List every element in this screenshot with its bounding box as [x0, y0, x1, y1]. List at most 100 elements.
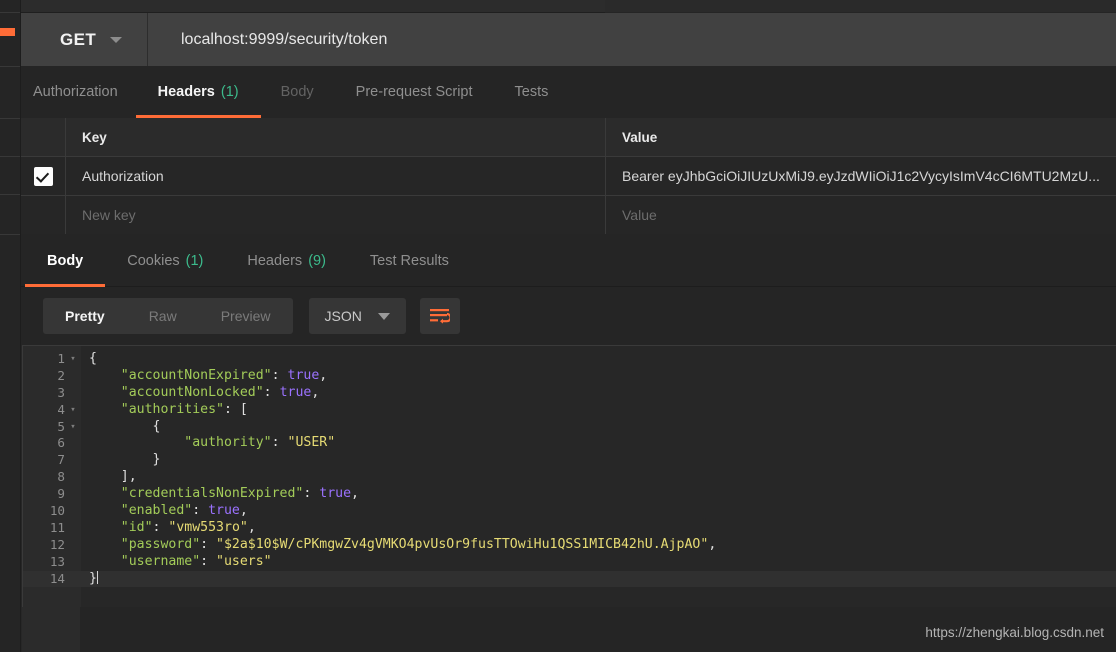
response-tab-test-results[interactable]: Test Results [348, 234, 471, 287]
rail-divider [0, 194, 20, 195]
code-token: { [89, 351, 97, 366]
line-number: 13 [49, 553, 65, 569]
code-token: , [311, 384, 320, 400]
code-token: , [247, 519, 256, 535]
url-input[interactable]: localhost:9999/security/token [148, 13, 1116, 66]
code-token: "$2a$10$W/cPKmgwZv4gVMKO4pvUsOr9fusTTOwi… [216, 536, 709, 552]
code-line-text: "username": "users" [81, 554, 272, 571]
code-line-text: "enabled": true, [81, 503, 248, 520]
left-rail [0, 0, 21, 652]
code-token: : [152, 519, 169, 535]
word-wrap-button[interactable] [419, 298, 460, 334]
code-token: "accountNonExpired" [89, 367, 272, 383]
line-number: 8 [57, 469, 65, 485]
table-row: Authorization Bearer eyJhbGciOiJIUzUxMiJ… [21, 157, 1116, 196]
rail-divider [0, 118, 20, 119]
view-mode-raw[interactable]: Raw [127, 298, 199, 334]
code-token: : [192, 503, 209, 519]
tab-headers-label: Headers [157, 84, 215, 100]
line-number: 9 [57, 486, 65, 502]
response-tab-body[interactable]: Body [25, 234, 106, 287]
header-value-input[interactable]: Bearer eyJhbGciOiJIUzUxMiJ9.eyJzdWIiOiJ1… [606, 157, 1116, 195]
chevron-down-icon [377, 312, 390, 320]
new-row-checkbox-cell [21, 196, 66, 234]
code-token: "vmw553ro" [168, 519, 248, 535]
line-number: 10 [49, 503, 65, 519]
view-mode-preview[interactable]: Preview [199, 298, 293, 334]
code-token: , [319, 367, 328, 383]
code-line: 11 "id": "vmw553ro", [23, 520, 1116, 537]
line-number: 5 [57, 418, 65, 434]
rail-divider [0, 12, 20, 13]
code-token: : [200, 553, 217, 569]
tab-tests-label: Tests [514, 84, 549, 100]
new-value-input[interactable]: Value [606, 196, 1116, 234]
fold-toggle-icon[interactable]: ▾ [65, 402, 81, 419]
code-line-text: "id": "vmw553ro", [81, 520, 256, 537]
code-line-text: "authorities": [ [81, 402, 248, 419]
code-token: "enabled" [89, 503, 193, 519]
tab-tests[interactable]: Tests [495, 66, 569, 118]
line-number: 11 [49, 519, 65, 535]
fold-toggle-icon[interactable]: ▾ [65, 419, 81, 436]
code-line: 10 "enabled": true, [23, 503, 1116, 520]
code-token: : [271, 367, 288, 383]
code-line: 8 ], [23, 469, 1116, 486]
request-tabs: Authorization Headers (1) Body Pre-reque… [21, 66, 1116, 119]
response-tabs: Body Cookies (1) Headers (9) Test Result… [21, 234, 1116, 287]
response-tab-cookies[interactable]: Cookies (1) [105, 234, 225, 287]
tab-body[interactable]: Body [261, 66, 334, 118]
http-method-selector[interactable]: GET [21, 13, 148, 66]
header-checkbox-column [21, 118, 66, 156]
code-line: 13 "username": "users" [23, 554, 1116, 571]
code-line-text: "authority": "USER" [81, 435, 335, 452]
code-line-text: { [81, 419, 161, 436]
header-key-input[interactable]: Authorization [66, 157, 606, 195]
line-number: 1 [57, 351, 65, 366]
code-token: true [319, 486, 352, 502]
tab-pre-request-script[interactable]: Pre-request Script [334, 66, 495, 118]
new-key-input[interactable]: New key [66, 196, 606, 234]
response-format-label: JSON [324, 308, 362, 324]
header-enabled-checkbox[interactable] [33, 166, 53, 186]
url-text: localhost:9999/security/token [181, 30, 388, 48]
code-token: : [263, 384, 280, 400]
table-header-row: Key Value [21, 118, 1116, 157]
tab-authorization-label: Authorization [33, 84, 118, 100]
line-number: 6 [57, 435, 65, 451]
tab-headers[interactable]: Headers (1) [135, 66, 261, 118]
view-mode-pretty-label: Pretty [65, 308, 105, 324]
headers-table: Key Value Authorization Bearer eyJhbGciO… [21, 118, 1116, 235]
code-token: true [208, 503, 240, 519]
line-number: 12 [49, 536, 65, 552]
code-line: 7 } [23, 452, 1116, 469]
tab-body-label: Body [280, 84, 314, 100]
code-line-text: } [81, 570, 98, 588]
response-format-selector[interactable]: JSON [308, 298, 406, 334]
view-mode-group: Pretty Raw Preview [43, 298, 293, 334]
view-mode-preview-label: Preview [220, 308, 271, 324]
code-line: 6 "authority": "USER" [23, 435, 1116, 452]
http-method-label: GET [60, 29, 97, 49]
response-tab-headers[interactable]: Headers (9) [225, 234, 348, 287]
code-line: 14} [23, 570, 1116, 588]
code-editor-panel[interactable]: 1 ▾{2 "accountNonExpired": true, 3 "accoun… [22, 345, 1116, 608]
code-line: 3 "accountNonLocked": true, [23, 385, 1116, 402]
code-token: : [303, 486, 320, 502]
code-line-text: } [81, 452, 161, 469]
code-token: , [351, 486, 359, 502]
fold-toggle-icon[interactable]: ▾ [65, 351, 81, 368]
window-top-strip [0, 0, 605, 13]
code-token: "credentialsNonExpired" [89, 486, 304, 502]
response-tab-body-label: Body [47, 252, 84, 269]
view-mode-raw-label: Raw [148, 308, 177, 324]
response-toolbar: Pretty Raw Preview JSON [21, 287, 1116, 345]
text-caret [96, 570, 98, 584]
code-line-text: "accountNonLocked": true, [81, 384, 320, 402]
view-mode-pretty[interactable]: Pretty [43, 298, 127, 334]
tab-headers-count: (1) [220, 84, 239, 100]
tab-authorization[interactable]: Authorization [21, 66, 136, 118]
response-tab-cookies-label: Cookies [127, 252, 180, 269]
rail-divider [0, 156, 20, 157]
response-tab-cookies-count: (1) [185, 252, 204, 269]
